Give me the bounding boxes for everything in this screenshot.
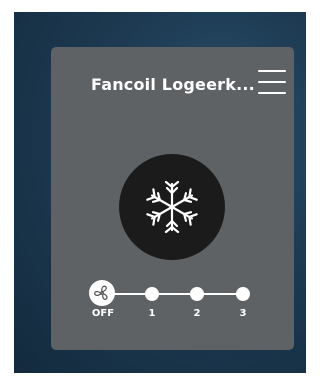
fancoil-card: Fancoil Logeerk... OFF 1 2 3 <box>51 47 294 350</box>
fan-level-label-3: 3 <box>239 308 247 319</box>
fan-icon <box>94 285 108 301</box>
snowflake-icon <box>146 181 198 233</box>
mode-button[interactable] <box>119 154 225 260</box>
fan-speed-slider[interactable]: OFF 1 2 3 <box>88 279 258 319</box>
fan-level-3-stop[interactable] <box>236 287 250 301</box>
fan-level-label-1: 1 <box>148 308 156 319</box>
fan-level-label-2: 2 <box>193 308 201 319</box>
slider-thumb[interactable] <box>89 280 115 306</box>
card-title: Fancoil Logeerk... <box>91 75 255 94</box>
slider-track <box>102 293 243 295</box>
hamburger-menu-icon[interactable] <box>258 69 286 95</box>
fan-level-1-stop[interactable] <box>145 287 159 301</box>
fan-level-label-off: OFF <box>91 308 115 319</box>
fan-level-2-stop[interactable] <box>190 287 204 301</box>
